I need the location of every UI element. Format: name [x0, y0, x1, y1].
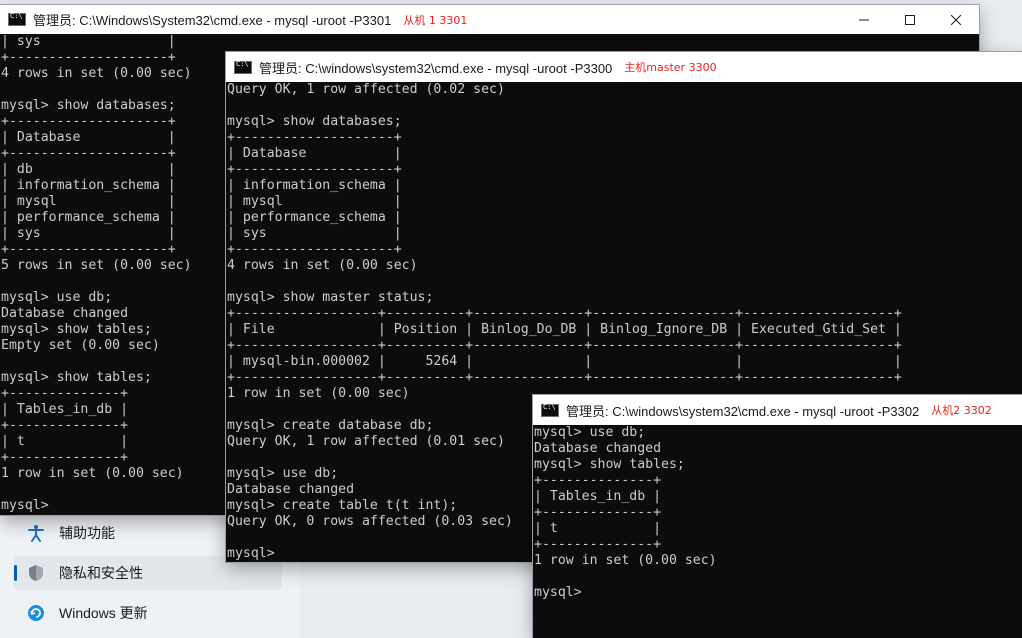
settings-item-label: 隐私和安全性 [59, 565, 143, 581]
console-line: +--------------+ [534, 473, 662, 488]
console-line: | t | [534, 521, 662, 536]
selection-indicator [14, 565, 17, 581]
maximize-icon [905, 14, 915, 25]
console-line: +--------------------+ [227, 162, 402, 177]
windows-update-icon [26, 603, 46, 623]
settings-item-label: Windows 更新 [59, 605, 148, 621]
window-annotation: 从机2 3302 [931, 404, 992, 417]
window-annotation: 主机master 3300 [624, 61, 717, 74]
console-line: +------------------+----------+---------… [227, 370, 902, 385]
window-titlebar[interactable]: 管理员: C:\windows\system32\cmd.exe - mysql… [226, 52, 1022, 82]
window-title: 管理员: C:\windows\system32\cmd.exe - mysql… [566, 403, 920, 419]
console-line: +--------------+ [534, 505, 662, 520]
console-line: | mysql | [227, 194, 402, 209]
console-line: mysql> show databases; [227, 114, 402, 129]
close-button[interactable] [933, 5, 979, 34]
console-line: +--------------------+ [227, 130, 402, 145]
shield-icon [26, 563, 46, 583]
maximize-button[interactable] [887, 5, 933, 34]
console-line: mysql> [534, 585, 582, 600]
console-output[interactable]: mysql> use db; Database changed mysql> sho… [533, 425, 1022, 638]
console-line: | Tables_in_db | [534, 489, 662, 504]
console-line: +--------------+ [534, 537, 662, 552]
console-line: +------------------+----------+---------… [227, 306, 902, 321]
console-line: mysql> show master status; [227, 290, 434, 305]
console-line: +--------------------+ [227, 242, 402, 257]
console-line: | sys | [227, 226, 402, 241]
console-line: Query OK, 1 row affected (0.02 sec) [227, 82, 505, 97]
window-titlebar[interactable]: 管理员: C:\windows\system32\cmd.exe - mysql… [533, 395, 1022, 425]
console-line: | sys | [1, 34, 176, 49]
cmd-window-slave2[interactable]: 管理员: C:\windows\system32\cmd.exe - mysql… [533, 395, 1022, 638]
console-line: mysql> use db; [534, 425, 646, 440]
console-line: | mysql-bin.000002 | 5264 | | | | [227, 354, 902, 369]
window-controls [841, 5, 979, 34]
console-line: 4 rows in set (0.00 sec) [227, 258, 418, 273]
settings-item-label: 辅助功能 [59, 525, 115, 541]
console-line: | information_schema | [227, 178, 402, 193]
console-line: | performance_schema | [227, 210, 402, 225]
minimize-button[interactable] [841, 5, 887, 34]
cmd-icon [541, 403, 559, 417]
console-line: +------------------+----------+---------… [227, 338, 902, 353]
window-title: 管理员: C:\Windows\System32\cmd.exe - mysql… [33, 13, 392, 28]
cmd-icon [8, 12, 26, 26]
console-line: | File | Position | Binlog_Do_DB | Binlo… [227, 322, 902, 337]
console-line: mysql> show tables; [534, 457, 685, 472]
settings-item-windows-update[interactable]: Windows 更新 [14, 596, 282, 630]
console-line: 1 row in set (0.00 sec) [534, 553, 717, 568]
window-title: 管理员: C:\windows\system32\cmd.exe - mysql… [259, 60, 613, 76]
cmd-icon [234, 60, 252, 74]
close-icon [951, 14, 961, 25]
window-annotation: 从机 1 3301 [403, 13, 468, 27]
minimize-icon [859, 19, 869, 20]
window-titlebar[interactable]: 管理员: C:\Windows\System32\cmd.exe - mysql… [0, 5, 979, 34]
console-line: | Database | [227, 146, 402, 161]
console-line: Database changed [534, 441, 662, 456]
accessibility-icon [26, 523, 46, 543]
